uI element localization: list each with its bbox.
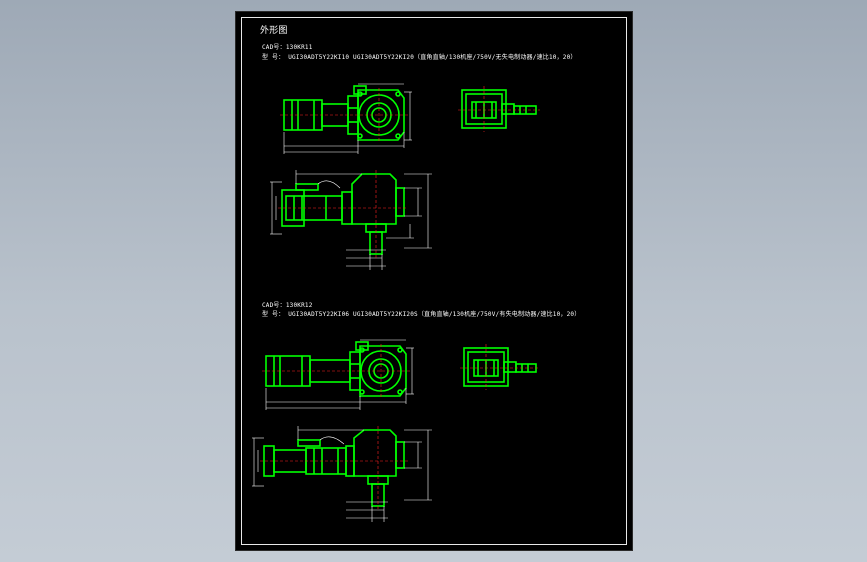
gearbox-top-view-2 — [265, 341, 407, 397]
gearbox-front-view-2 — [263, 429, 405, 507]
section-1-cad-label: CAD号：130KR11 — [262, 44, 313, 51]
gearbox-top-view-1 — [283, 85, 405, 141]
gearbox-side-view-1 — [461, 89, 537, 129]
centerlines-front-view-2 — [260, 426, 408, 510]
gearbox-front-view-1 — [281, 173, 405, 255]
centerlines-top-view-1 — [280, 88, 408, 142]
drawing-title: 外形图 — [260, 26, 288, 36]
section-1-drawings — [270, 83, 540, 270]
section-2-cad-label: CAD号：130KR12 — [262, 302, 313, 309]
gearbox-side-view-2 — [463, 347, 537, 387]
drawing-sheet: 外形图 CAD号：130KR11 型 号： UGI30ADT5Y22KI10 U… — [236, 12, 632, 550]
section-1-model-label: 型 号： UGI30ADT5Y22KI10 UGI30ADT5Y22KI20（直… — [262, 54, 577, 61]
centerlines-side-view-1 — [458, 86, 540, 132]
section-2-model-label: 型 号： UGI30ADT5Y22KI06 UGI30ADT5Y22KI20S（… — [262, 311, 581, 318]
centerlines-front-view-1 — [278, 170, 408, 258]
section-2-drawings — [252, 339, 540, 522]
cad-drawing-canvas — [252, 83, 540, 522]
